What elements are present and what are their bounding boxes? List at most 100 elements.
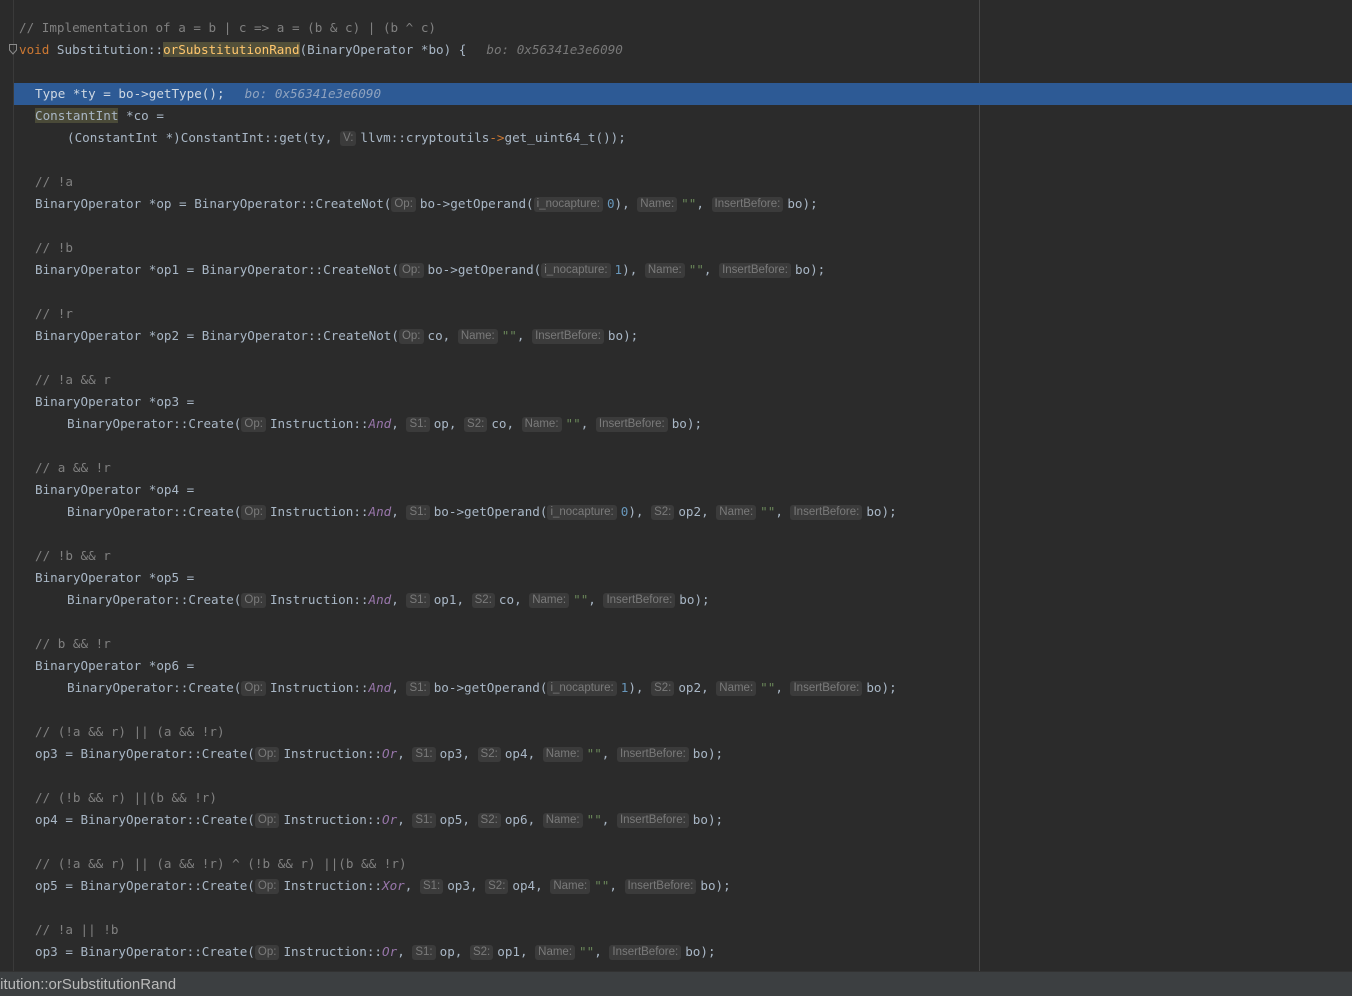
code-text: Instruction::	[283, 812, 383, 827]
code-text: op2	[678, 680, 702, 695]
param-hint: InsertBefore:	[609, 945, 682, 960]
param-hint: S1:	[412, 813, 436, 828]
param-hint: S1:	[406, 505, 430, 520]
param-hint: Op:	[241, 593, 266, 608]
param-hint: Name:	[542, 813, 583, 828]
code-text: bo);	[794, 262, 826, 277]
code-text: op5	[439, 812, 463, 827]
code-text: op1	[497, 944, 520, 959]
param-hint: V:	[339, 131, 357, 146]
code-text: BinaryOperator *op2 = BinaryOperator::Cr…	[35, 328, 399, 343]
code-text: bo);	[866, 680, 897, 695]
param-hint: Name:	[644, 263, 685, 278]
code-line: // !a && r	[14, 369, 1352, 391]
param-hint: i_nocapture:	[547, 681, 617, 696]
param-hint: Op:	[254, 813, 280, 828]
code-text: BinaryOperator *op1 = BinaryOperator::Cr…	[35, 262, 399, 277]
keyword: void	[19, 42, 50, 57]
operator: ->	[489, 130, 505, 145]
code-text: op3 = BinaryOperator::Create(	[35, 746, 255, 761]
code-text: op3	[447, 878, 470, 893]
comment: // (!b && r) ||(b && !r)	[35, 790, 217, 805]
function-name[interactable]: orSubstitutionRand	[163, 42, 300, 57]
comment: // (!a && r) || (a && !r)	[35, 724, 225, 739]
code-text: BinaryOperator *op = BinaryOperator::Cre…	[35, 196, 392, 211]
code-line: op3 = BinaryOperator::Create(Op: Instruct…	[35, 944, 716, 960]
code-line: BinaryOperator *op4 =	[14, 479, 1352, 501]
code-line: BinaryOperator::Create(Op: Instruction::A…	[67, 416, 703, 432]
enum-constant: Or	[382, 812, 398, 827]
code-text: Type *ty = bo->getType();	[35, 86, 225, 101]
param-hint: S1:	[412, 747, 436, 762]
code-line: // Implementation of a = b | c => a = (b…	[14, 17, 1352, 39]
breadcrumb-function[interactable]: titution::orSubstitutionRand	[0, 976, 176, 993]
comment: // !r	[35, 306, 73, 321]
code-text: co	[491, 416, 507, 431]
code-text: bo);	[679, 592, 710, 607]
breadcrumb[interactable]: titution::orSubstitutionRand	[0, 971, 1352, 996]
code-text: BinaryOperator *op6 =	[35, 658, 195, 673]
param-hint: InsertBefore:	[603, 593, 676, 608]
code-text: BinaryOperator *op3 =	[35, 394, 195, 409]
param-hint: S2:	[477, 813, 501, 828]
comment: // !b	[35, 240, 73, 255]
param-hint: S1:	[419, 879, 444, 894]
string-literal: ""	[565, 416, 581, 431]
enum-constant: And	[368, 680, 392, 695]
param-hint: S2:	[469, 945, 494, 960]
code-text: op	[433, 416, 449, 431]
param-hint: S2:	[471, 593, 495, 608]
param-hint: S2:	[464, 417, 488, 432]
code-text: op4 = BinaryOperator::Create(	[35, 812, 255, 827]
comment: // (!a && r) || (a && !r) ^ (!b && r) ||…	[35, 856, 407, 871]
param-hint: InsertBefore:	[595, 417, 668, 432]
param-hint: S1:	[406, 681, 430, 696]
code-line: // b && !r	[14, 633, 1352, 655]
code-line: BinaryOperator::Create(Op: Instruction::A…	[67, 680, 897, 696]
type-name[interactable]: ConstantInt	[35, 108, 119, 123]
param-hint: Op:	[254, 945, 280, 960]
string-literal: ""	[573, 592, 589, 607]
param-hint: Name:	[550, 879, 591, 894]
code-line: BinaryOperator::Create(Op: Instruction::A…	[67, 592, 710, 608]
code-text: Instruction::	[283, 878, 383, 893]
code-text: bo);	[787, 196, 818, 211]
param-hint: Name:	[637, 197, 678, 212]
code-editor[interactable]: // Implementation of a = b | c => a = (b…	[0, 0, 1352, 971]
param-hint: Op:	[241, 681, 266, 696]
code-line: BinaryOperator *op5 =	[14, 567, 1352, 589]
code-text: op4	[504, 746, 528, 761]
param-hint: Op:	[391, 197, 416, 212]
code-text: bo);	[692, 812, 724, 827]
enum-constant: And	[368, 592, 392, 607]
code-text: bo->getOperand(	[427, 262, 542, 277]
number-literal: 0	[606, 196, 615, 211]
code-text: op2	[678, 504, 702, 519]
code-text: BinaryOperator::Create(	[67, 504, 242, 519]
param-hint: i_nocapture:	[533, 197, 603, 212]
enum-constant: Xor	[382, 878, 405, 893]
current-execution-line[interactable]: Type *ty = bo->getType(); bo: 0x56341e3e6…	[14, 83, 1352, 105]
code-text: op5 = BinaryOperator::Create(	[35, 878, 255, 893]
string-literal: ""	[501, 328, 517, 343]
enum-constant: And	[368, 416, 392, 431]
code-text: get_uint64_t());	[504, 130, 626, 145]
param-hint: S2:	[477, 747, 501, 762]
code-line: BinaryOperator *op6 =	[14, 655, 1352, 677]
param-hint: Op:	[398, 329, 424, 344]
code-text: (ConstantInt *)ConstantInt::get(ty,	[67, 130, 340, 145]
comment: // a && !r	[35, 460, 111, 475]
code-line: BinaryOperator *op3 =	[14, 391, 1352, 413]
code-text: BinaryOperator::Create(	[67, 680, 242, 695]
string-literal: ""	[760, 504, 776, 519]
param-hint: Op:	[398, 263, 424, 278]
param-hint: S1:	[406, 417, 430, 432]
code-text: bo->getOperand(	[433, 680, 548, 695]
code-text: Instruction::	[283, 746, 383, 761]
param-hint: InsertBefore:	[719, 263, 791, 278]
param-hint: Name:	[529, 593, 570, 608]
code-line: // !r	[14, 303, 1352, 325]
code-text: BinaryOperator::Create(	[67, 416, 242, 431]
code-text: op1	[433, 592, 457, 607]
code-text: co	[427, 328, 443, 343]
